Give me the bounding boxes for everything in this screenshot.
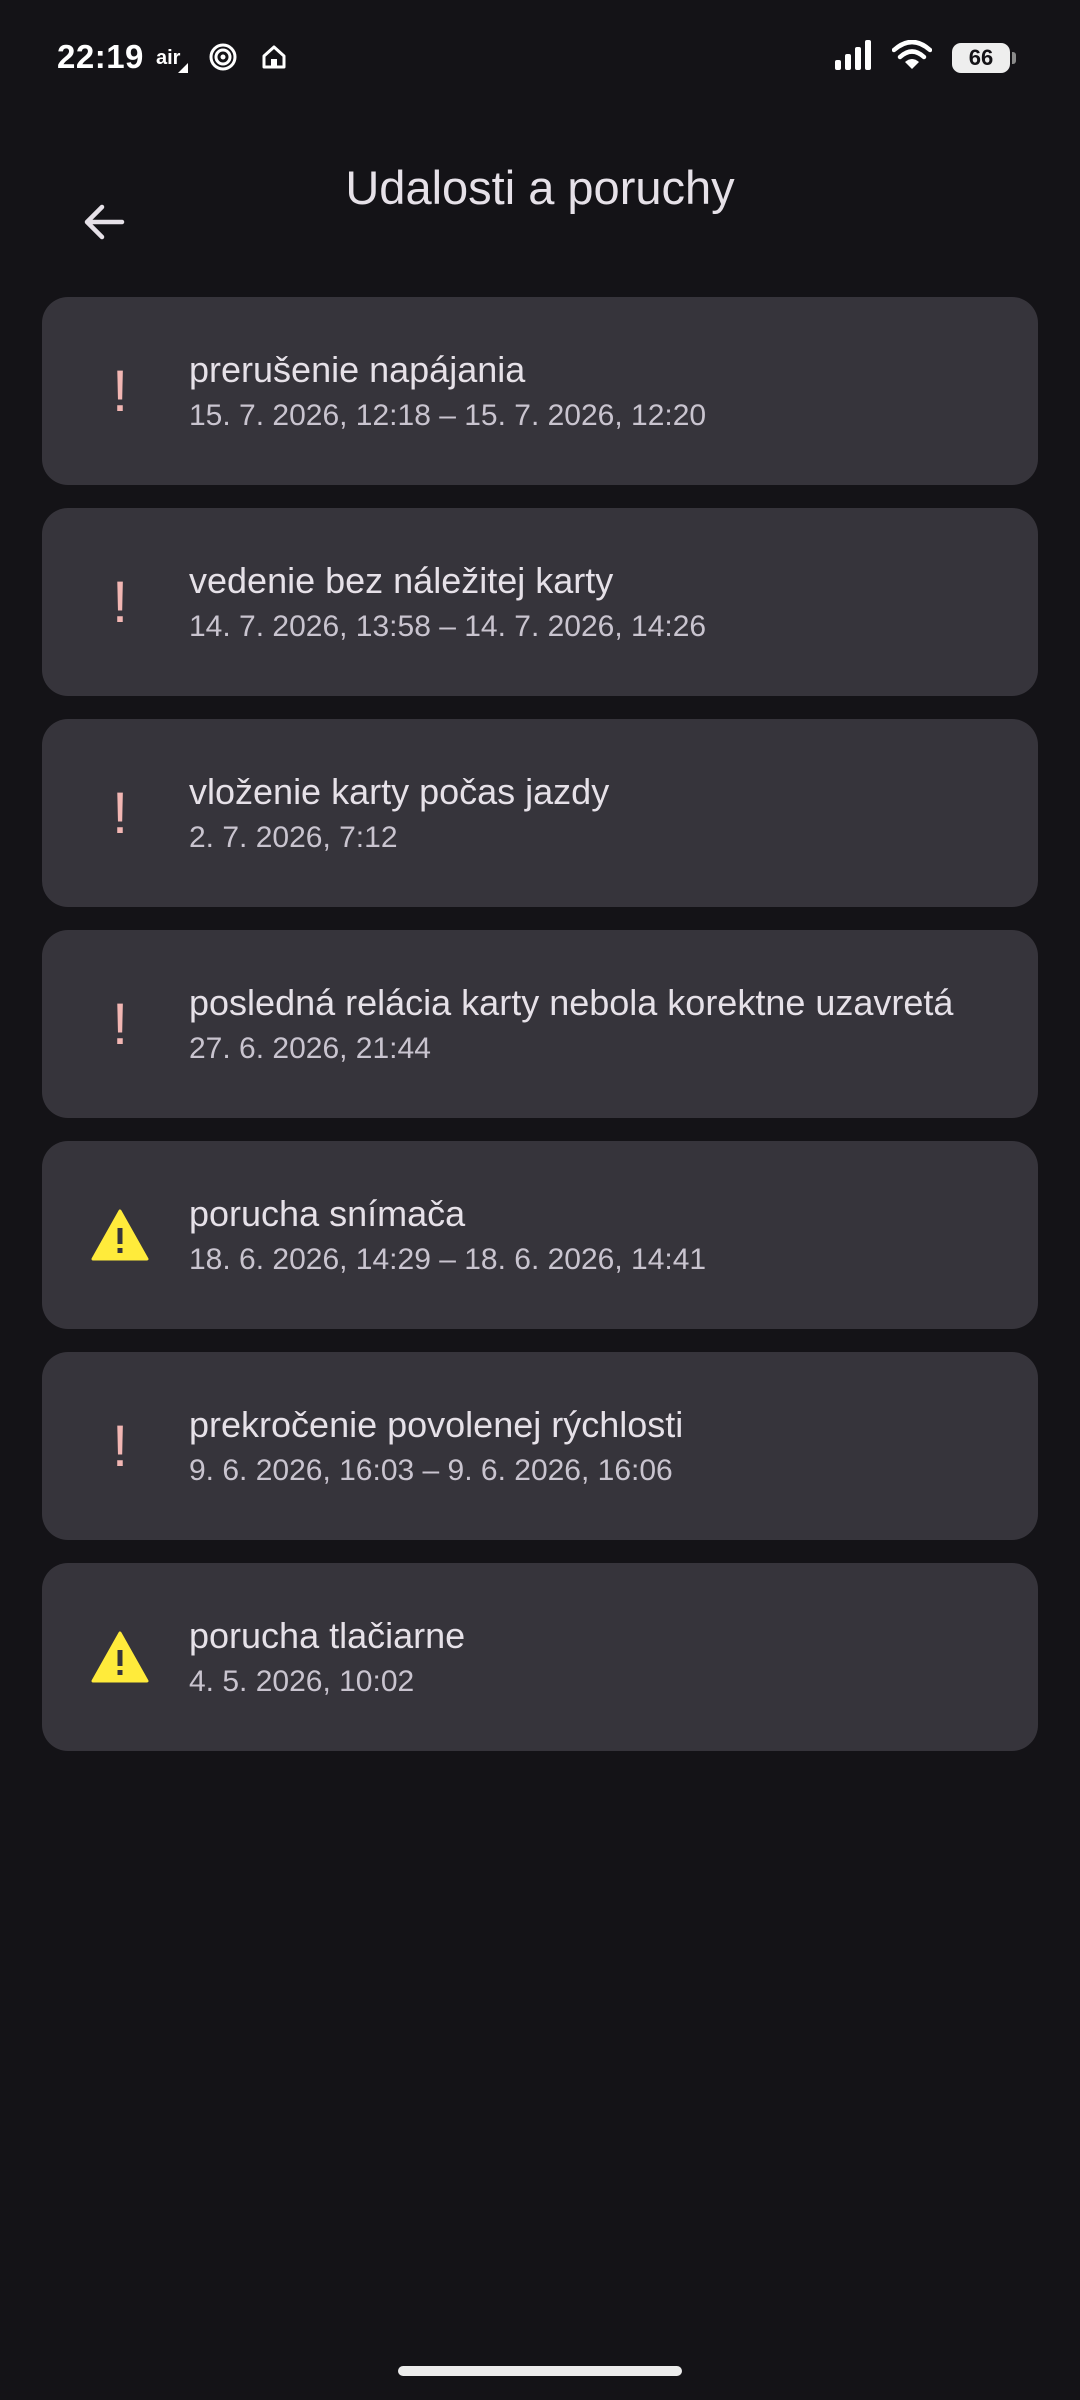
status-time: 22:19 [57, 38, 144, 75]
battery-icon: 66 [952, 42, 1016, 73]
wifi-icon [891, 39, 933, 75]
event-card[interactable]: porucha snímača 18. 6. 2026, 14:29 – 18.… [42, 1141, 1038, 1329]
event-time: 9. 6. 2026, 16:03 – 9. 6. 2026, 16:06 [189, 1454, 673, 1487]
event-list: ! prerušenie napájania 15. 7. 2026, 12:1… [42, 297, 1038, 1774]
event-title: porucha tlačiarne [189, 1615, 466, 1656]
event-card[interactable]: ! prerušenie napájania 15. 7. 2026, 12:1… [42, 297, 1038, 485]
event-card[interactable]: ! vloženie karty počas jazdy 2. 7. 2026,… [42, 719, 1038, 907]
air-label: air [156, 46, 181, 69]
error-icon: ! [111, 991, 129, 1057]
error-icon: ! [111, 780, 129, 846]
warning-icon [84, 1141, 156, 1329]
event-time: 15. 7. 2026, 12:18 – 15. 7. 2026, 12:20 [189, 399, 707, 432]
event-time: 14. 7. 2026, 13:58 – 14. 7. 2026, 14:26 [189, 610, 707, 643]
signal-icon [834, 40, 872, 75]
event-title: vloženie karty počas jazdy [189, 771, 610, 812]
status-bar: 22:19 air 66 [0, 0, 1080, 120]
status-icons-right: 66 [834, 39, 1016, 75]
event-time: 2. 7. 2026, 7:12 [189, 821, 398, 854]
event-card[interactable]: ! vedenie bez náležitej karty 14. 7. 202… [42, 508, 1038, 696]
event-time: 18. 6. 2026, 14:29 – 18. 6. 2026, 14:41 [189, 1243, 707, 1276]
error-icon: ! [111, 358, 129, 424]
hotspot-icon [208, 42, 238, 77]
event-time: 27. 6. 2026, 21:44 [189, 1032, 431, 1065]
event-card[interactable]: porucha tlačiarne 4. 5. 2026, 10:02 [42, 1563, 1038, 1751]
error-icon: ! [111, 1413, 129, 1479]
event-card[interactable]: ! prekročenie povolenej rýchlosti 9. 6. … [42, 1352, 1038, 1540]
event-title: prerušenie napájania [189, 349, 526, 390]
home-indicator[interactable] [398, 2366, 682, 2376]
event-card[interactable]: ! posledná relácia karty nebola korektne… [42, 930, 1038, 1118]
event-title: vedenie bez náležitej karty [189, 560, 614, 601]
event-title: prekročenie povolenej rýchlosti [189, 1404, 684, 1445]
error-icon: ! [111, 569, 129, 635]
page-title: Udalosti a poruchy [345, 161, 735, 214]
event-title: posledná relácia karty nebola korektne u… [189, 982, 954, 1023]
air-icon: air [156, 45, 188, 75]
event-time: 4. 5. 2026, 10:02 [189, 1665, 415, 1698]
status-icons-left: air [156, 42, 288, 77]
event-title: porucha snímača [189, 1193, 466, 1234]
warning-icon [84, 1563, 156, 1751]
home-icon [260, 43, 288, 76]
